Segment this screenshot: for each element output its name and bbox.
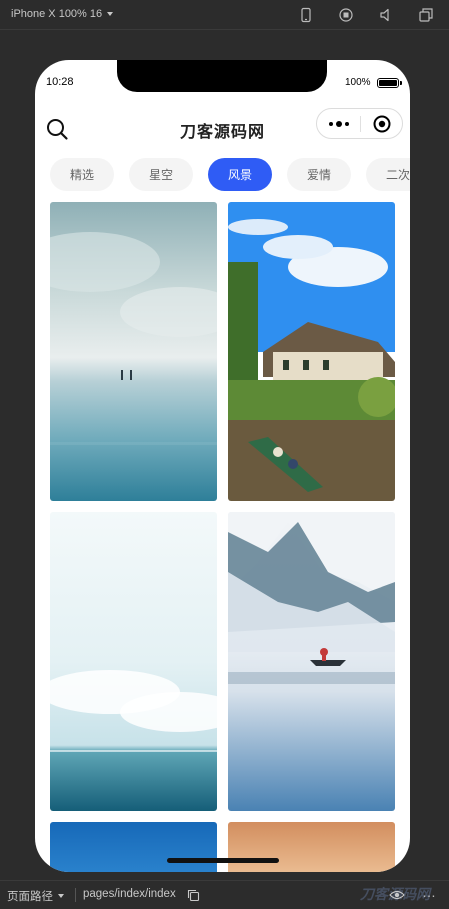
chevron-down-icon xyxy=(58,894,64,898)
wallpaper-card-ocean[interactable] xyxy=(50,512,217,811)
window-icon[interactable] xyxy=(418,7,434,23)
device-select[interactable]: iPhone X 100% 16 xyxy=(11,8,114,20)
home-indicator[interactable] xyxy=(167,858,279,863)
record-icon[interactable] xyxy=(338,7,354,23)
target-close-icon xyxy=(373,115,390,132)
status-time: 10:28 xyxy=(46,76,74,88)
wallpaper-card-sunset[interactable] xyxy=(228,822,395,872)
dot-icon xyxy=(335,120,342,127)
devtools-statusbar: 页面路径 pages/index/index 刀客源码网 … xyxy=(0,880,449,909)
tab-love[interactable]: 爱情 xyxy=(287,158,351,191)
wallpaper-image xyxy=(228,512,395,811)
close-button[interactable] xyxy=(361,109,402,138)
chevron-down-icon xyxy=(107,12,114,16)
battery-icon xyxy=(377,78,402,88)
wallpaper-card-beach[interactable] xyxy=(50,202,217,501)
more-options-icon[interactable]: … xyxy=(422,884,436,900)
page-path-select[interactable]: 页面路径 xyxy=(7,888,64,904)
wallpaper-image xyxy=(50,512,217,811)
tab-label: 星空 xyxy=(148,168,173,182)
battery-percent: 100% xyxy=(345,77,371,88)
page-path-value: pages/index/index xyxy=(83,888,176,900)
tab-label: 风景 xyxy=(227,168,252,182)
notch xyxy=(117,60,327,92)
copy-icon[interactable] xyxy=(187,889,200,902)
devtools-toolbar: iPhone X 100% 16 xyxy=(0,0,449,30)
eye-icon[interactable] xyxy=(389,889,405,901)
more-menu-button[interactable] xyxy=(317,109,360,138)
page-path-label: 页面路径 xyxy=(7,891,53,903)
category-tabs: 精选 星空 风景 爱情 二次 xyxy=(50,158,410,192)
tab-label: 精选 xyxy=(69,168,94,182)
wallpaper-image xyxy=(228,822,395,872)
phone-icon[interactable] xyxy=(298,7,314,23)
device-label: iPhone X 100% 16 xyxy=(11,8,103,20)
tab-starry-sky[interactable]: 星空 xyxy=(129,158,193,191)
wallpaper-image xyxy=(50,822,217,872)
tab-anime[interactable]: 二次 xyxy=(366,158,410,191)
wallpaper-card-misty-lake[interactable] xyxy=(228,512,395,811)
tab-scenery[interactable]: 风景 xyxy=(208,158,272,191)
wallpaper-image xyxy=(50,202,217,501)
dot-icon xyxy=(328,121,333,126)
tab-label: 二次 xyxy=(385,168,410,182)
wallpaper-card-blue[interactable] xyxy=(50,822,217,872)
miniprogram-capsule xyxy=(316,108,403,139)
divider xyxy=(75,888,76,902)
dot-icon xyxy=(344,121,349,126)
phone-screen: 10:28 100% 刀客源码网 精选 星空 风景 爱情 二次 xyxy=(35,60,410,872)
wallpaper-card-village[interactable] xyxy=(228,202,395,501)
tab-label: 爱情 xyxy=(306,168,331,182)
volume-icon[interactable] xyxy=(378,7,394,23)
wallpaper-image xyxy=(228,202,395,501)
tab-featured[interactable]: 精选 xyxy=(50,158,114,191)
